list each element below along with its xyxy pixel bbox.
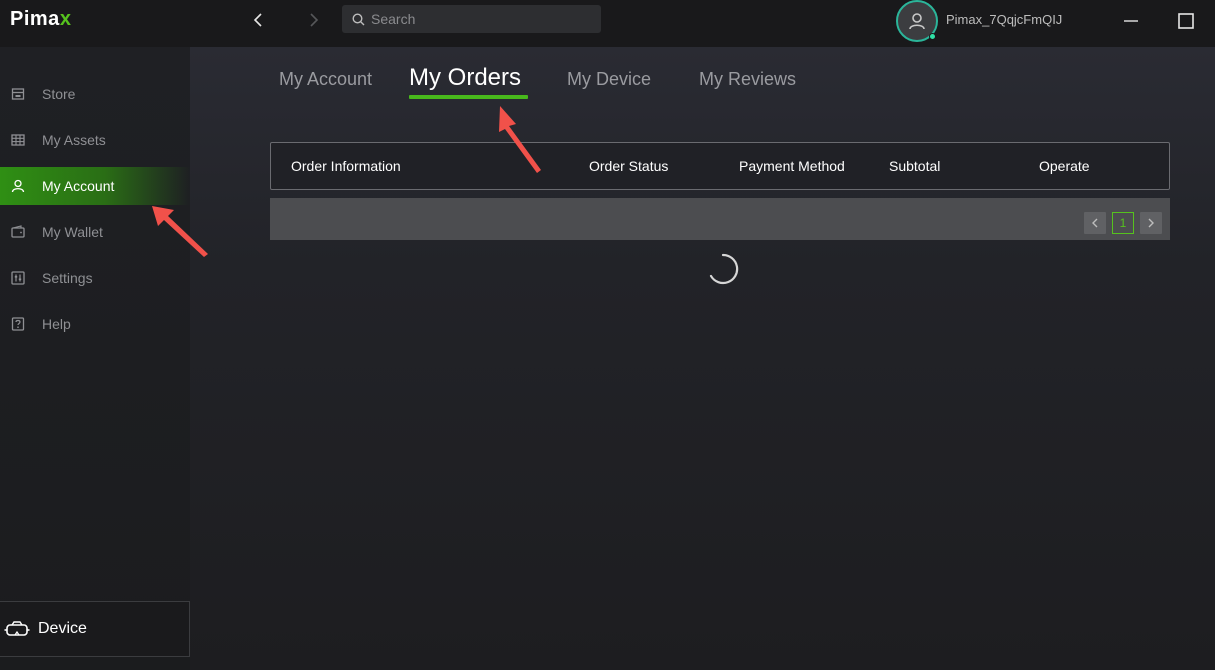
sidebar-item-help[interactable]: Help — [0, 305, 190, 343]
avatar[interactable] — [896, 0, 938, 42]
search-box[interactable] — [342, 5, 601, 33]
tab-my-reviews[interactable]: My Reviews — [699, 69, 796, 90]
chevron-left-icon — [253, 13, 262, 27]
pagination-prev-button[interactable] — [1084, 212, 1106, 234]
wallet-icon — [11, 225, 25, 239]
settings-icon — [11, 271, 25, 285]
online-status-dot — [929, 33, 936, 40]
chevron-right-icon — [310, 13, 319, 27]
user-avatar-icon — [909, 13, 925, 30]
app-logo: Pimax — [10, 8, 71, 31]
orders-table-header: Order Information Order Status Payment M… — [270, 142, 1170, 190]
sidebar-item-label: Store — [42, 86, 76, 102]
orders-table-body: 1 — [270, 198, 1170, 240]
tab-my-account[interactable]: My Account — [279, 69, 372, 90]
logo-accent: x — [59, 8, 72, 30]
sidebar: Store My Assets My Account My Wallet Set… — [0, 47, 190, 670]
maximize-button[interactable] — [1175, 10, 1197, 32]
loading-spinner-icon — [709, 253, 739, 285]
vr-headset-icon — [4, 621, 30, 637]
back-button[interactable] — [248, 10, 268, 30]
column-operate: Operate — [1039, 158, 1090, 174]
chevron-left-icon — [1092, 218, 1098, 228]
main-content: My Account My Orders My Device My Review… — [190, 47, 1215, 670]
forward-button[interactable] — [304, 10, 324, 30]
minimize-button[interactable] — [1120, 10, 1142, 32]
logo-text: Pima — [10, 8, 60, 30]
maximize-icon — [1178, 13, 1194, 29]
chevron-right-icon — [1148, 218, 1154, 228]
minimize-icon — [1124, 20, 1138, 22]
sidebar-item-label: My Wallet — [42, 224, 103, 240]
sidebar-item-label: My Account — [42, 178, 115, 194]
pagination-page-current[interactable]: 1 — [1112, 212, 1134, 234]
column-subtotal: Subtotal — [889, 158, 941, 174]
search-input[interactable] — [371, 11, 591, 27]
search-icon — [352, 12, 365, 25]
active-tab-indicator — [409, 95, 528, 99]
annotation-arrow-icon — [152, 206, 208, 257]
tab-my-device[interactable]: My Device — [567, 69, 651, 90]
column-payment-method: Payment Method — [739, 158, 845, 174]
sidebar-item-label: My Assets — [42, 132, 106, 148]
pagination-next-button[interactable] — [1140, 212, 1162, 234]
column-order-information: Order Information — [291, 158, 401, 174]
sidebar-item-settings[interactable]: Settings — [0, 259, 190, 297]
username[interactable]: Pimax_7QqjcFmQIJ — [946, 12, 1062, 27]
device-label: Device — [38, 620, 87, 637]
top-bar: Pimax Pimax_7QqjcFmQIJ — [0, 0, 1215, 47]
sidebar-item-store[interactable]: Store — [0, 75, 190, 113]
sidebar-item-label: Help — [42, 316, 71, 332]
device-button[interactable]: Device — [0, 601, 190, 657]
help-icon — [11, 317, 25, 331]
column-order-status: Order Status — [589, 158, 669, 174]
tab-my-orders[interactable]: My Orders — [409, 64, 521, 92]
grid-icon — [11, 133, 25, 147]
store-icon — [11, 87, 25, 101]
sidebar-item-my-assets[interactable]: My Assets — [0, 121, 190, 159]
user-icon — [11, 179, 25, 193]
sidebar-item-label: Settings — [42, 270, 93, 286]
annotation-arrow-icon — [499, 106, 541, 173]
